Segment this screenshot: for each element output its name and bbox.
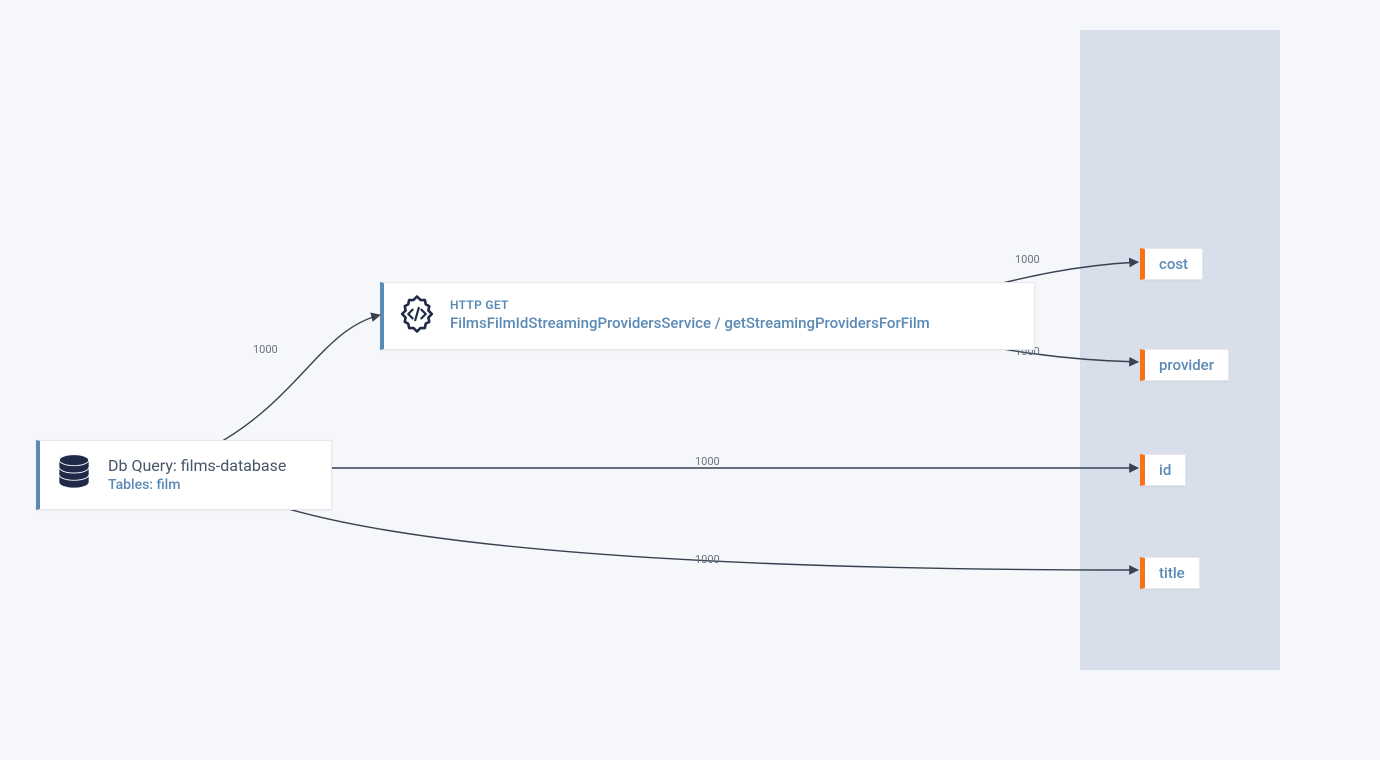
output-provider[interactable]: provider bbox=[1140, 349, 1229, 381]
gear-code-icon bbox=[396, 293, 438, 339]
http-service-node[interactable]: HTTP GET FilmsFilmIdStreamingProvidersSe… bbox=[380, 282, 1035, 350]
http-method-label: HTTP GET bbox=[450, 298, 930, 314]
db-node-title: Db Query: films-database bbox=[108, 456, 286, 477]
diagram-canvas[interactable]: 1000 1000 1000 1000 1000 Db Query: films… bbox=[0, 0, 1380, 760]
database-icon bbox=[52, 451, 96, 499]
db-node-subtitle: Tables: film bbox=[108, 476, 286, 494]
edge-label: 1000 bbox=[695, 455, 720, 468]
output-id[interactable]: id bbox=[1140, 454, 1186, 486]
output-cost[interactable]: cost bbox=[1140, 248, 1203, 280]
edge-label: 1000 bbox=[1015, 253, 1040, 266]
edge-label: 1000 bbox=[695, 553, 720, 566]
http-service-label: FilmsFilmIdStreamingProvidersService / g… bbox=[450, 314, 930, 334]
db-query-node[interactable]: Db Query: films-database Tables: film bbox=[36, 440, 332, 510]
output-title[interactable]: title bbox=[1140, 557, 1200, 589]
edge-label: 1000 bbox=[253, 343, 278, 356]
